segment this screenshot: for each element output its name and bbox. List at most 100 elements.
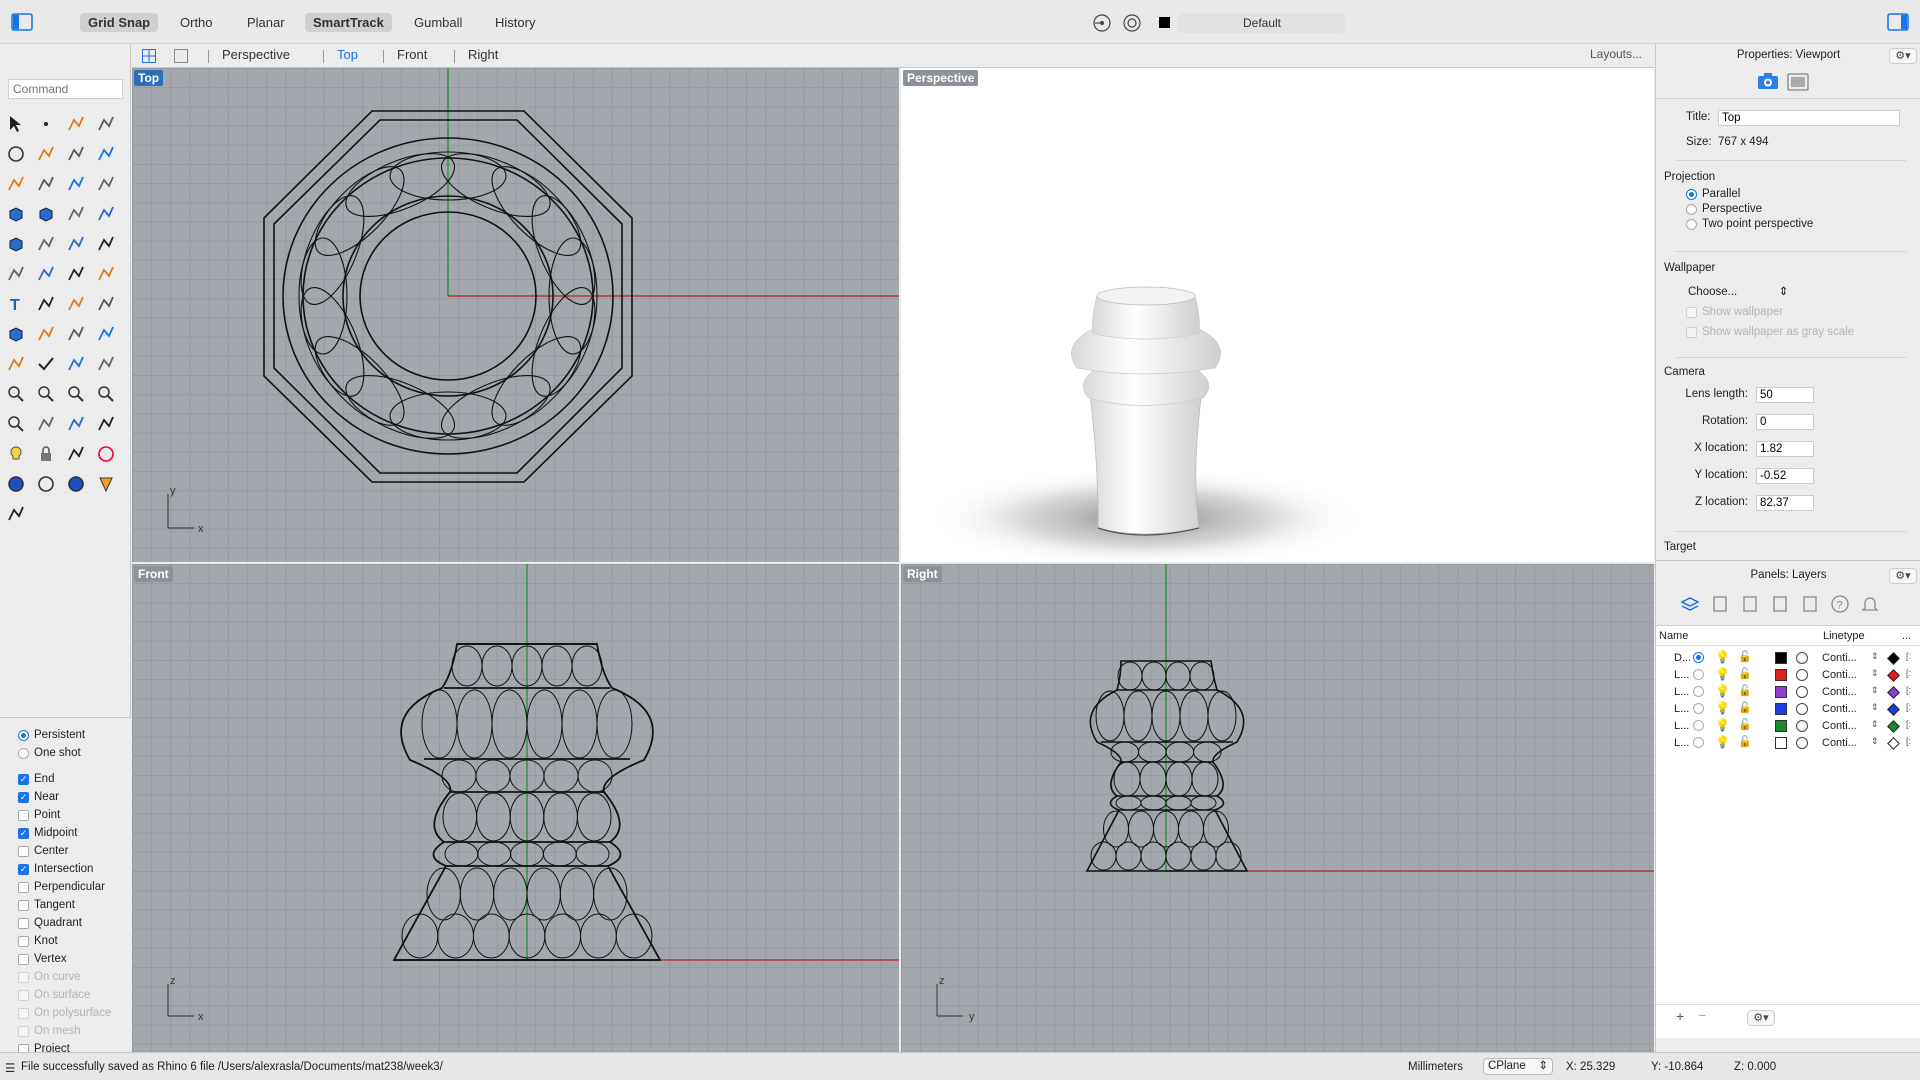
linetype-stepper-icon[interactable]: ⇕: [1871, 719, 1879, 730]
viewport-right[interactable]: z y Right: [901, 564, 1654, 1052]
polygon-icon[interactable]: [4, 172, 28, 196]
current-layer-radio[interactable]: [1693, 669, 1704, 680]
layer-name[interactable]: L...: [1674, 703, 1689, 715]
material-circle-icon[interactable]: [1796, 720, 1808, 732]
lock-icon[interactable]: 🔓: [1738, 718, 1752, 731]
material-icon[interactable]: [64, 442, 88, 466]
remove-layer-button[interactable]: −: [1698, 1007, 1706, 1023]
visibility-bulb-icon[interactable]: 💡: [1715, 684, 1730, 698]
osnap-on-surface[interactable]: On surface: [0, 986, 131, 1004]
visibility-bulb-icon[interactable]: 💡: [1715, 701, 1730, 715]
print-color-diamond[interactable]: [1887, 720, 1900, 733]
visibility-bulb-icon[interactable]: 💡: [1715, 650, 1730, 664]
single-viewport-layout-icon[interactable]: [174, 49, 188, 63]
analyze-icon[interactable]: [64, 352, 88, 376]
curve-icon[interactable]: [94, 112, 118, 136]
print-color-diamond[interactable]: [1887, 686, 1900, 699]
layer-row[interactable]: L... 💡 🔓 Conti... ⇕ [:: [1656, 701, 1920, 718]
lock-icon[interactable]: 🔓: [1738, 684, 1752, 697]
zoom-selected-icon[interactable]: [94, 382, 118, 406]
camera-field-input[interactable]: [1756, 387, 1814, 403]
current-layer-radio[interactable]: [1693, 652, 1704, 663]
globe-icon[interactable]: [34, 472, 58, 496]
current-layer-radio[interactable]: [1693, 686, 1704, 697]
group-icon[interactable]: [34, 262, 58, 286]
render-sphere-icon[interactable]: [64, 472, 88, 496]
linetype-stepper-icon[interactable]: ⇕: [1871, 668, 1879, 679]
tab-perspective[interactable]: Perspective: [222, 47, 290, 62]
zoom-extents-icon[interactable]: [64, 382, 88, 406]
osnap-midpoint[interactable]: Midpoint: [0, 824, 131, 842]
osnap-tangent[interactable]: Tangent: [0, 896, 131, 914]
layer-name[interactable]: L...: [1674, 669, 1689, 681]
projection-perspective[interactable]: Perspective: [1686, 203, 1762, 215]
display-panel-icon[interactable]: [1770, 594, 1790, 614]
layer-linetype[interactable]: Conti...: [1822, 669, 1857, 681]
light-icon[interactable]: [4, 442, 28, 466]
osnap-perpendicular[interactable]: Perpendicular: [0, 878, 131, 896]
layers-col-more[interactable]: ...: [1902, 630, 1911, 642]
patch-icon[interactable]: [94, 202, 118, 226]
layer-linetype[interactable]: Conti...: [1822, 703, 1857, 715]
sphere-icon[interactable]: [4, 472, 28, 496]
checkbox[interactable]: [18, 791, 29, 803]
zoom-window-icon[interactable]: [34, 382, 58, 406]
lock-icon[interactable]: 🔓: [1738, 701, 1752, 714]
check-icon[interactable]: [34, 352, 58, 376]
checkbox[interactable]: [18, 971, 29, 983]
layer-linetype[interactable]: Conti...: [1822, 720, 1857, 732]
wallpaper-choose-popup[interactable]: Choose... ⇕: [1688, 284, 1788, 298]
mode-planar-button[interactable]: Planar: [239, 13, 293, 32]
osnap-toggle-icon[interactable]: [1092, 14, 1112, 32]
layer-row[interactable]: L... 💡 🔓 Conti... ⇕ [:: [1656, 735, 1920, 752]
box-icon[interactable]: [4, 202, 28, 226]
current-layer-color-swatch[interactable]: [1159, 17, 1170, 28]
print-color-diamond[interactable]: [1887, 669, 1900, 682]
layer-name[interactable]: D...: [1674, 652, 1691, 664]
radio-button[interactable]: [1686, 188, 1697, 200]
checkbox[interactable]: [18, 845, 29, 857]
radio-button[interactable]: [1686, 218, 1697, 230]
layer-linetype[interactable]: Conti...: [1822, 652, 1857, 664]
layer-name[interactable]: L...: [1674, 720, 1689, 732]
lock-icon[interactable]: 🔓: [1738, 735, 1752, 748]
layers-col-name[interactable]: Name: [1659, 630, 1688, 642]
sidebar-toggle-right-icon[interactable]: [1887, 13, 1909, 31]
camera-icon[interactable]: [1757, 72, 1779, 90]
checkbox[interactable]: [18, 1025, 29, 1037]
layer-color-swatch[interactable]: [1775, 669, 1787, 681]
wallpaper-icon[interactable]: [1787, 73, 1809, 91]
checkbox[interactable]: [18, 827, 29, 839]
print-color-diamond[interactable]: [1887, 737, 1900, 750]
osnap-on-mesh[interactable]: On mesh: [0, 1022, 131, 1040]
select-arrow-icon[interactable]: [4, 112, 28, 136]
grid-icon[interactable]: [64, 322, 88, 346]
radio-button[interactable]: [18, 729, 29, 741]
layer-name[interactable]: L...: [1674, 737, 1689, 749]
command-input[interactable]: [8, 79, 123, 99]
cplane-dropdown[interactable]: CPlane ⇕: [1483, 1058, 1553, 1075]
boolean-union-icon[interactable]: [34, 202, 58, 226]
osnap-point[interactable]: Point: [0, 806, 131, 824]
monitor-panel-icon[interactable]: [1800, 594, 1820, 614]
print-width-icon[interactable]: [:: [1906, 702, 1911, 712]
checkbox[interactable]: [18, 953, 29, 965]
osnap-mode-persistent[interactable]: Persistent: [0, 726, 131, 744]
paint-icon[interactable]: [94, 352, 118, 376]
checkbox[interactable]: [18, 899, 29, 911]
print-width-icon[interactable]: [:: [1906, 668, 1911, 678]
osnap-quadrant[interactable]: Quadrant: [0, 914, 131, 932]
split-icon[interactable]: [34, 232, 58, 256]
checkbox[interactable]: [18, 917, 29, 929]
checkbox[interactable]: [18, 989, 29, 1001]
visibility-bulb-icon[interactable]: 💡: [1715, 667, 1730, 681]
grid-array-icon[interactable]: [64, 292, 88, 316]
osnap-knot[interactable]: Knot: [0, 932, 131, 950]
four-viewport-layout-icon[interactable]: [142, 49, 156, 63]
gumball-icon[interactable]: [4, 502, 28, 526]
visibility-bulb-icon[interactable]: 💡: [1715, 735, 1730, 749]
document-panel-icon[interactable]: [1710, 594, 1730, 614]
properties-gear-icon[interactable]: ⚙▾: [1889, 48, 1917, 64]
mode-grid-snap-button[interactable]: Grid Snap: [80, 13, 159, 32]
material-circle-icon[interactable]: [1796, 686, 1808, 698]
